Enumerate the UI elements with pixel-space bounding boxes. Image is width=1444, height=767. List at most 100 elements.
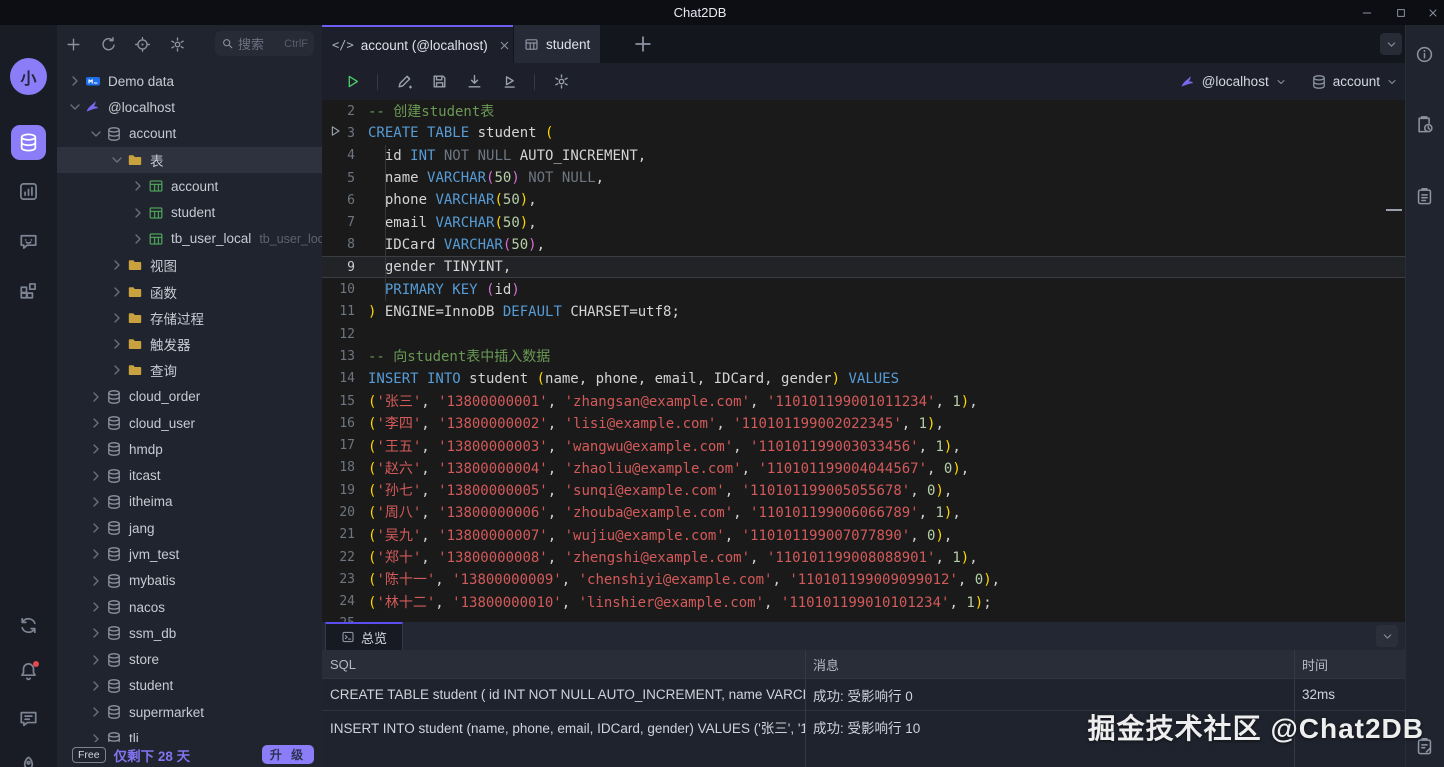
rail-item-blocks[interactable] (11, 273, 46, 308)
tree-item--localhost[interactable]: @localhost (57, 94, 322, 120)
run-selected-button[interactable] (501, 73, 518, 90)
tab-student[interactable]: student (513, 25, 600, 63)
tree-item-demo-data[interactable]: Demo data (57, 68, 322, 94)
save-button[interactable] (431, 73, 448, 90)
tree-item-cloud-order[interactable]: cloud_order (57, 384, 322, 410)
tree-item-itcast[interactable]: itcast (57, 462, 322, 488)
tree-item-student[interactable]: student (57, 199, 322, 225)
result-row-1[interactable]: CREATE TABLE student ( id INT NOT NULL A… (322, 678, 1406, 710)
tree-item-mybatis[interactable]: mybatis (57, 568, 322, 594)
tree-item-label: mybatis (129, 573, 176, 588)
target-button[interactable] (134, 36, 151, 53)
tree-item-触发器[interactable]: 触发器 (57, 331, 322, 357)
close-button[interactable] (1418, 0, 1444, 25)
panel-collapse-button[interactable] (1376, 625, 1398, 647)
tree-item-hmdp[interactable]: hmdp (57, 436, 322, 462)
refresh-button[interactable] (100, 36, 117, 53)
tree-item-cloud-user[interactable]: cloud_user (57, 410, 322, 436)
run-statement-gutter-icon[interactable] (328, 124, 342, 138)
table-icon (524, 37, 539, 52)
code-text: email VARCHAR(50), (368, 215, 537, 231)
run-button[interactable] (344, 73, 361, 90)
tab-overflow-button[interactable] (1380, 33, 1402, 55)
code-text: INSERT INTO student (name, phone, email,… (368, 371, 899, 387)
plus-button[interactable] (65, 36, 82, 53)
tree-item-itheima[interactable]: itheima (57, 489, 322, 515)
code-text: ('陈十一', '13800000009', 'chenshiyi@exampl… (368, 569, 1000, 589)
rail-item-database[interactable] (11, 125, 46, 160)
tree-item-ssm-db[interactable]: ssm_db (57, 620, 322, 646)
tree-item-student[interactable]: student (57, 673, 322, 699)
result-row-2[interactable]: INSERT INTO student (name, phone, email,… (322, 710, 1406, 742)
overview-ruler-mark (1386, 209, 1402, 211)
rail-item-bell[interactable] (11, 654, 46, 689)
clipboard-list-icon[interactable] (1415, 187, 1434, 206)
column-header-message: 消息 (805, 655, 1294, 674)
code-line-13: 13-- 向student表中插入数据 (322, 345, 1406, 367)
database-icon (106, 573, 122, 589)
close-tab-icon[interactable] (498, 39, 511, 52)
rail-item-sync[interactable] (11, 608, 46, 643)
tree-item-jang[interactable]: jang (57, 515, 322, 541)
search-input[interactable]: 搜索 CtrlF (215, 31, 314, 56)
tree-item-label: hmdp (129, 442, 163, 457)
connection-select[interactable]: @localhost (1180, 74, 1287, 90)
maximize-button[interactable] (1386, 0, 1416, 25)
tree-item-label: jang (129, 521, 155, 536)
clipboard-pen-icon[interactable] (1415, 737, 1434, 756)
tree-item-account[interactable]: account (57, 173, 322, 199)
tree-item-表[interactable]: 表 (57, 147, 322, 173)
gear-button[interactable] (553, 73, 570, 90)
tree-item-account[interactable]: account (57, 121, 322, 147)
clipboard-clock-icon[interactable] (1415, 115, 1434, 134)
line-number: 19 (322, 483, 368, 498)
database-icon (106, 415, 122, 431)
rail-item-message[interactable] (11, 701, 46, 736)
tree-item-nacos[interactable]: nacos (57, 594, 322, 620)
toolbar-divider (377, 74, 378, 90)
tree-item-tb-user-local[interactable]: tb_user_localtb_user_loca (57, 226, 322, 252)
tree-item-视图[interactable]: 视图 (57, 252, 322, 278)
chevron-right-icon (88, 546, 104, 562)
gear-button[interactable] (169, 36, 186, 53)
line-number: 21 (322, 527, 368, 542)
rail-item-bar-chart[interactable] (11, 174, 46, 209)
database-icon (18, 132, 39, 153)
ai-pen-button[interactable] (396, 73, 413, 90)
chevron-right-icon (88, 599, 104, 615)
tree-item-函数[interactable]: 函数 (57, 278, 322, 304)
tree-item-jvm-test[interactable]: jvm_test (57, 541, 322, 567)
tree-item-label: ssm_db (129, 626, 176, 641)
window-title: Chat2DB (640, 0, 760, 25)
database-select[interactable]: account (1311, 74, 1398, 90)
chevron-right-icon (67, 73, 83, 89)
tree-item-查询[interactable]: 查询 (57, 357, 322, 383)
code-line-10: 10 PRIMARY KEY (id) (322, 278, 1406, 300)
tree-item-supermarket[interactable]: supermarket (57, 699, 322, 725)
rail-item-chat-face[interactable] (11, 224, 46, 259)
minimize-button[interactable] (1352, 0, 1382, 25)
avatar[interactable]: 小 (10, 58, 47, 95)
upgrade-button[interactable]: 升 级 (262, 745, 314, 764)
tab-overview[interactable]: 总览 (325, 622, 403, 650)
tree-item-label: store (129, 652, 159, 667)
line-number: 11 (322, 304, 368, 319)
info-icon[interactable] (1415, 45, 1434, 64)
download-button[interactable] (466, 73, 483, 90)
database-icon (106, 520, 122, 536)
code-text: PRIMARY KEY (id) (368, 282, 520, 298)
line-number: 15 (322, 394, 368, 409)
tree-item-label: 函数 (150, 282, 177, 302)
result-sql-cell: INSERT INTO student (name, phone, email,… (322, 717, 805, 737)
tree-item-store[interactable]: store (57, 647, 322, 673)
tree-item-存储过程[interactable]: 存储过程 (57, 305, 322, 331)
sql-editor[interactable]: 2-- 创建student表3CREATE TABLE student (4 i… (322, 100, 1406, 622)
code-line-9: 9 gender TINYINT, (322, 256, 1406, 278)
rail-item-rocket[interactable] (11, 748, 46, 767)
tree-item-tli[interactable]: tli (57, 725, 322, 742)
line-number: 20 (322, 505, 368, 520)
sidebar: 搜索 CtrlF Demo data@localhostaccount表acco… (57, 25, 322, 767)
tab-account-localhost-[interactable]: </>account (@localhost) (322, 25, 528, 63)
add-tab-button[interactable] (632, 33, 654, 55)
code-line-4: 4 id INT NOT NULL AUTO_INCREMENT, (322, 145, 1406, 167)
